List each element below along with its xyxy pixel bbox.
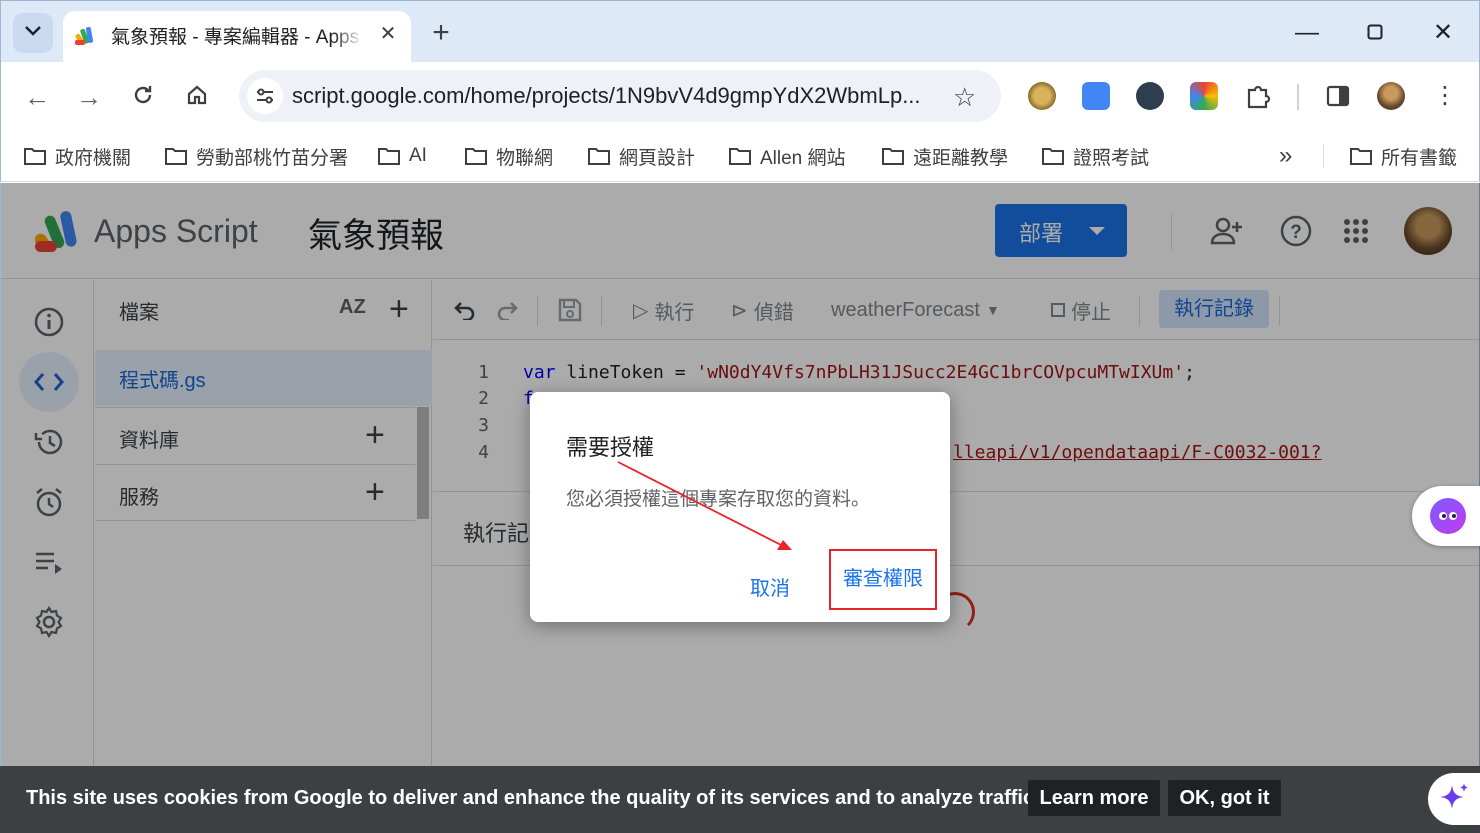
folder-icon bbox=[881, 146, 905, 166]
toolbar-divider bbox=[1297, 84, 1299, 110]
folder-icon bbox=[377, 146, 401, 166]
window-close-icon[interactable]: ✕ bbox=[1423, 15, 1463, 51]
dialog-body: 您必須授權這個專案存取您的資料。 bbox=[566, 489, 871, 510]
folder-icon bbox=[1041, 146, 1065, 166]
home-icon[interactable] bbox=[177, 77, 217, 117]
all-bookmarks-button[interactable]: 所有書籤 bbox=[1349, 140, 1457, 172]
bookmark-folder[interactable]: 遠距離教學 bbox=[881, 140, 1008, 172]
address-bar[interactable]: script.google.com/home/projects/1N9bvV4d… bbox=[239, 70, 1001, 122]
browser-toolbar: ← → script.google.com/home/projects/1N9b… bbox=[0, 62, 1480, 132]
bookmark-label: Allen 網站 bbox=[760, 147, 846, 169]
bookmark-folder[interactable]: 物聯網 bbox=[464, 140, 553, 172]
bookmarks-overflow-button[interactable]: » bbox=[1279, 140, 1292, 172]
bookmark-folder[interactable]: 政府機關 bbox=[23, 140, 131, 172]
folder-icon bbox=[23, 146, 47, 166]
folder-icon bbox=[728, 146, 752, 166]
ok-got-it-button[interactable]: OK, got it bbox=[1168, 780, 1281, 816]
assistant-bubble[interactable] bbox=[1412, 486, 1480, 546]
bookmark-label: 政府機關 bbox=[55, 147, 132, 169]
minimize-icon[interactable]: — bbox=[1287, 15, 1327, 51]
extension-icon-1[interactable] bbox=[1028, 82, 1056, 110]
bookmark-folder[interactable]: AI bbox=[377, 140, 427, 172]
folder-icon bbox=[1349, 146, 1373, 166]
tab-close-icon[interactable]: ✕ bbox=[375, 21, 401, 47]
bookmarks-divider bbox=[1323, 144, 1324, 168]
bookmark-label: 物聯網 bbox=[496, 147, 554, 169]
folder-icon bbox=[464, 146, 488, 166]
bookmark-label: 遠距離教學 bbox=[913, 147, 1009, 169]
cookie-message: This site uses cookies from Google to de… bbox=[26, 787, 1040, 809]
webchatgpt-extension-icon[interactable] bbox=[1136, 82, 1164, 110]
bookmark-label: 證照考試 bbox=[1073, 147, 1150, 169]
apps-script-favicon-icon bbox=[75, 24, 97, 46]
folder-icon bbox=[587, 146, 611, 166]
side-panel-icon[interactable] bbox=[1324, 82, 1352, 110]
new-tab-button[interactable]: + bbox=[425, 18, 457, 50]
url-text[interactable]: script.google.com/home/projects/1N9bvV4d… bbox=[292, 83, 942, 109]
browser-menu-icon[interactable]: ⋮ bbox=[1431, 82, 1459, 110]
profile-avatar[interactable] bbox=[1377, 82, 1405, 110]
maximize-icon[interactable] bbox=[1355, 15, 1395, 51]
folder-icon bbox=[164, 146, 188, 166]
forward-arrow-icon[interactable]: → bbox=[69, 77, 109, 117]
bookmark-folder[interactable]: 勞動部桃竹苗分署 bbox=[164, 140, 348, 172]
extensions-puzzle-icon[interactable] bbox=[1244, 82, 1272, 110]
bookmark-label: AI bbox=[409, 145, 427, 166]
learn-more-button[interactable]: Learn more bbox=[1028, 780, 1160, 816]
site-info-icon[interactable] bbox=[247, 78, 283, 114]
bookmark-label: 網頁設計 bbox=[619, 147, 696, 169]
tab-search-button[interactable] bbox=[13, 13, 53, 53]
browser-tab-strip: 氣象預報 - 專案編輯器 - Apps Script ✕ + — ✕ bbox=[0, 0, 1480, 63]
bookmark-star-icon[interactable]: ☆ bbox=[953, 82, 976, 113]
bookmark-folder[interactable]: 網頁設計 bbox=[587, 140, 695, 172]
reload-icon[interactable] bbox=[123, 77, 163, 117]
browser-tab-active[interactable]: 氣象預報 - 專案編輯器 - Apps Script ✕ bbox=[63, 11, 411, 63]
dialog-title: 需要授權 bbox=[566, 435, 655, 460]
bookmarks-bar: 政府機關 勞動部桃竹苗分署 AI 物聯網 網頁設計 Allen 網站 遠距離教學… bbox=[0, 132, 1480, 182]
back-arrow-icon[interactable]: ← bbox=[17, 77, 57, 117]
bookmark-label: 勞動部桃竹苗分署 bbox=[196, 147, 349, 169]
tab-title: 氣象預報 - 專案編輯器 - Apps Script bbox=[111, 27, 363, 48]
sparkle-icon bbox=[1438, 781, 1470, 818]
bookmark-folder[interactable]: Allen 網站 bbox=[728, 140, 846, 172]
google-translate-icon[interactable] bbox=[1082, 82, 1110, 110]
authorization-dialog: 需要授權 您必須授權這個專案存取您的資料。 取消 審查權限 bbox=[530, 392, 950, 622]
assistant-face-icon bbox=[1430, 498, 1466, 534]
cancel-button[interactable]: 取消 bbox=[740, 572, 800, 601]
review-permissions-button[interactable]: 審查權限 bbox=[829, 549, 937, 610]
cookie-consent-bar: This site uses cookies from Google to de… bbox=[0, 766, 1480, 833]
color-picker-extension-icon[interactable] bbox=[1190, 82, 1218, 110]
chevron-down-icon bbox=[24, 24, 42, 42]
ai-sparkle-button[interactable] bbox=[1428, 773, 1480, 825]
bookmark-folder[interactable]: 證照考試 bbox=[1041, 140, 1149, 172]
bookmark-label: 所有書籤 bbox=[1381, 147, 1458, 169]
